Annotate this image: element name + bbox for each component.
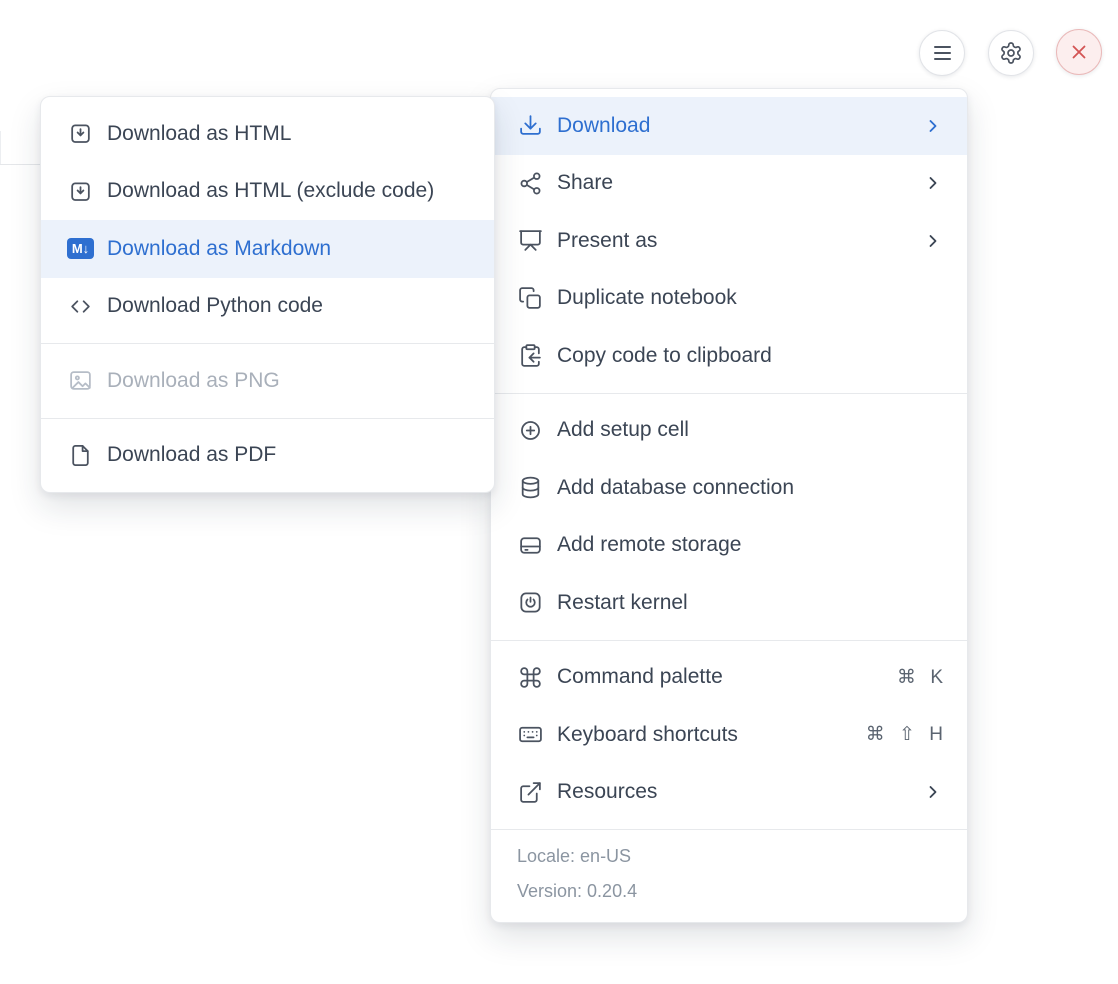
- version-text: Version: 0.20.4: [517, 874, 941, 909]
- notebook-actions-menu: Download Share Present as: [490, 88, 968, 923]
- settings-button[interactable]: [988, 30, 1034, 76]
- menu-item-label: Keyboard shortcuts: [557, 723, 853, 747]
- keyboard-icon: [517, 721, 544, 748]
- submenu-section-pdf: Download as PDF: [41, 418, 494, 493]
- background-cell-border-horizontal: [0, 164, 41, 165]
- menu-item-label: Download as HTML (exclude code): [107, 179, 470, 203]
- menu-item-label: Command palette: [557, 665, 884, 689]
- clipboard-copy-icon: [517, 342, 544, 369]
- menu-item-add-remote-storage[interactable]: Add remote storage: [491, 517, 967, 575]
- menu-item-download-png: Download as PNG: [41, 352, 494, 410]
- menu-item-copy-code[interactable]: Copy code to clipboard: [491, 327, 967, 385]
- submenu-section-png: Download as PNG: [41, 343, 494, 418]
- menu-item-download-markdown[interactable]: M↓ Download as Markdown: [41, 220, 494, 278]
- chevron-right-icon: [923, 173, 943, 193]
- menu-item-add-setup-cell[interactable]: Add setup cell: [491, 402, 967, 460]
- download-submenu: Download as HTML Download as HTML (exclu…: [40, 96, 495, 493]
- menu-item-download-html[interactable]: Download as HTML: [41, 105, 494, 163]
- locale-text: Locale: en-US: [517, 839, 941, 874]
- menu-item-label: Download as PDF: [107, 443, 470, 467]
- menu-item-keyboard-shortcuts[interactable]: Keyboard shortcuts ⌘ ⇧ H: [491, 706, 967, 764]
- external-link-icon: [517, 779, 544, 806]
- menu-item-label: Add remote storage: [557, 533, 943, 557]
- menu-item-label: Download as HTML: [107, 122, 470, 146]
- presentation-icon: [517, 227, 544, 254]
- menu-item-label: Download as Markdown: [107, 237, 470, 261]
- menu-item-add-database-connection[interactable]: Add database connection: [491, 459, 967, 517]
- menu-section-help: Command palette ⌘ K Keyboard shortcuts ⌘…: [491, 640, 967, 830]
- gear-icon: [999, 41, 1023, 65]
- download-icon: [517, 112, 544, 139]
- menu-item-label: Present as: [557, 229, 910, 253]
- database-icon: [517, 474, 544, 501]
- plus-circle-icon: [517, 417, 544, 444]
- hamburger-icon: [934, 46, 951, 60]
- menu-item-download-html-exclude-code[interactable]: Download as HTML (exclude code): [41, 163, 494, 221]
- menu-footer: Locale: en-US Version: 0.20.4: [491, 829, 967, 922]
- menu-item-label: Add setup cell: [557, 418, 943, 442]
- notebook-menu-button[interactable]: [919, 30, 965, 76]
- menu-item-label: Duplicate notebook: [557, 286, 943, 310]
- download-box-icon: [67, 178, 94, 205]
- chevron-right-icon: [923, 116, 943, 136]
- menu-item-share[interactable]: Share: [491, 155, 967, 213]
- menu-item-command-palette[interactable]: Command palette ⌘ K: [491, 649, 967, 707]
- menu-item-download-python-code[interactable]: Download Python code: [41, 278, 494, 336]
- menu-item-label: Download Python code: [107, 294, 470, 318]
- menu-item-present-as[interactable]: Present as: [491, 212, 967, 270]
- markdown-icon: M↓: [67, 235, 94, 262]
- shortcut-label: ⌘ K: [897, 666, 943, 689]
- menu-item-resources[interactable]: Resources: [491, 764, 967, 822]
- menu-item-label: Share: [557, 171, 910, 195]
- submenu-section-documents: Download as HTML Download as HTML (exclu…: [41, 97, 494, 343]
- hard-drive-icon: [517, 532, 544, 559]
- power-icon: [517, 589, 544, 616]
- menu-item-download-pdf[interactable]: Download as PDF: [41, 427, 494, 485]
- menu-item-label: Copy code to clipboard: [557, 344, 943, 368]
- image-icon: [67, 367, 94, 394]
- command-icon: [517, 664, 544, 691]
- menu-item-label: Restart kernel: [557, 591, 943, 615]
- close-button[interactable]: [1056, 29, 1102, 75]
- menu-section-primary: Download Share Present as: [491, 89, 967, 393]
- menu-item-duplicate-notebook[interactable]: Duplicate notebook: [491, 270, 967, 328]
- duplicate-icon: [517, 285, 544, 312]
- menu-item-label: Add database connection: [557, 476, 943, 500]
- notebook-page: Download Share Present as: [0, 0, 1118, 984]
- download-box-icon: [67, 120, 94, 147]
- chevron-right-icon: [923, 231, 943, 251]
- close-icon: [1068, 41, 1090, 63]
- menu-section-cells: Add setup cell Add database connection A…: [491, 393, 967, 640]
- chevron-right-icon: [923, 782, 943, 802]
- menu-item-label: Resources: [557, 780, 910, 804]
- background-cell-border-vertical: [0, 131, 1, 165]
- menu-item-restart-kernel[interactable]: Restart kernel: [491, 574, 967, 632]
- share-icon: [517, 170, 544, 197]
- file-icon: [67, 442, 94, 469]
- menu-item-download[interactable]: Download: [491, 97, 967, 155]
- shortcut-label: ⌘ ⇧ H: [866, 723, 943, 746]
- code-icon: [67, 293, 94, 320]
- menu-item-label: Download as PNG: [107, 369, 470, 393]
- menu-item-label: Download: [557, 114, 910, 138]
